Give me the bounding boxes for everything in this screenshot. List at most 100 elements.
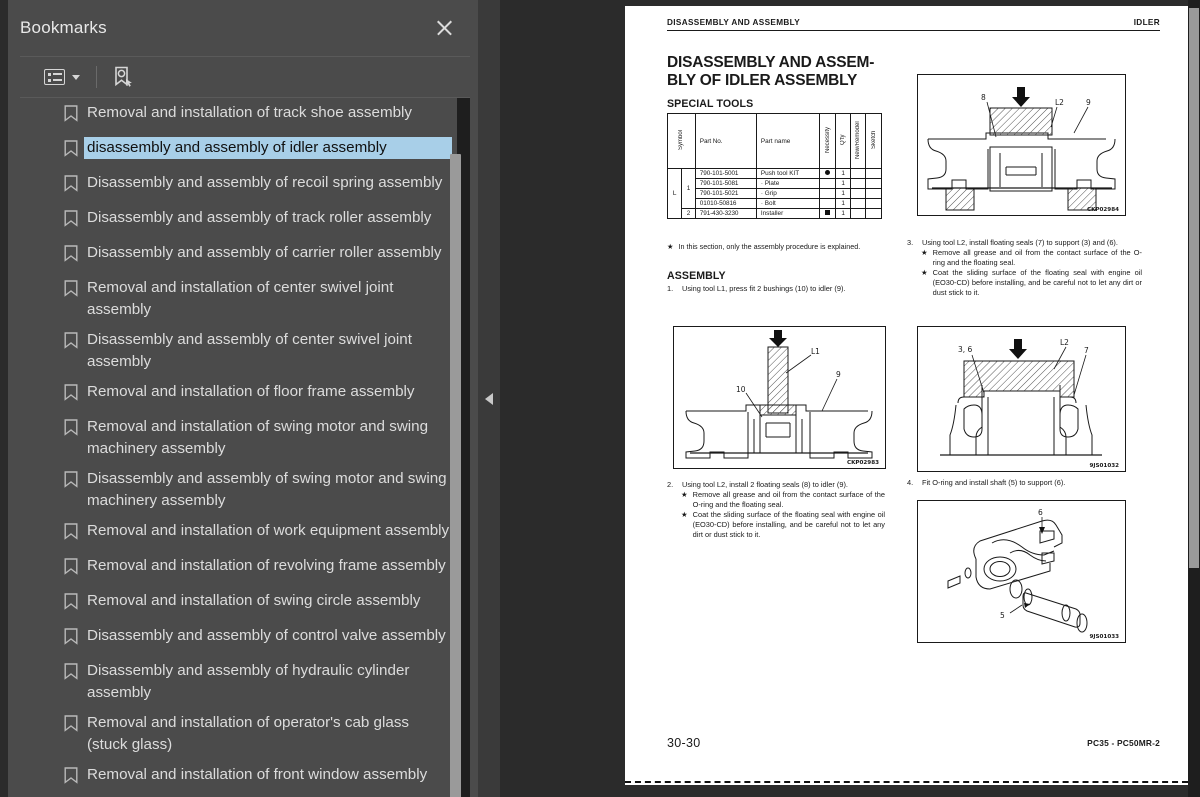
bookmark-icon: [64, 628, 78, 652]
part-number-cell: 791-430-3230: [694, 208, 757, 219]
bookmarks-scrollbar-track[interactable]: [450, 98, 470, 797]
table-column-header: Q'ty: [835, 113, 851, 169]
star-bullet-icon: ★: [681, 489, 688, 499]
page-footer: 30-30 PC35 - PC50MR-2: [667, 736, 1160, 750]
bookmark-item[interactable]: Disassembly and assembly of carrier roll…: [20, 238, 478, 273]
table-column-header: Necessity: [819, 113, 837, 169]
special-tools-table: Symbol Part No. Part name Necessity Q'ty New/…: [666, 113, 882, 219]
svg-text:L2: L2: [1060, 338, 1069, 347]
bookmark-item-label: Disassembly and assembly of track roller…: [87, 209, 432, 226]
bookmark-item-label: Removal and installation of work equipme…: [87, 522, 450, 539]
bookmarks-panel: Bookmarks Removal and installation of tr…: [0, 0, 478, 797]
svg-text:10: 10: [736, 385, 746, 394]
table-column-header: Part No.: [694, 113, 757, 169]
bookmark-item[interactable]: Removal and installation of front window…: [20, 760, 478, 795]
bookmark-item-label: Removal and installation of floor frame …: [87, 383, 415, 400]
bookmark-icon: [64, 593, 78, 617]
close-icon[interactable]: [432, 16, 456, 40]
bookmark-item[interactable]: Removal and installation of work equipme…: [20, 516, 478, 551]
bookmark-item-label: Disassembly and assembly of center swive…: [87, 331, 412, 370]
bookmark-item[interactable]: Disassembly and assembly of center swive…: [20, 325, 478, 377]
bookmark-icon: [64, 175, 78, 199]
svg-text:L1: L1: [811, 347, 820, 356]
bookmark-item[interactable]: Disassembly and assembly of track roller…: [20, 203, 478, 238]
bookmarks-scrollbar-thumb[interactable]: [450, 154, 461, 797]
panel-collapse-handle[interactable]: [478, 0, 500, 797]
svg-text:9: 9: [1086, 98, 1091, 107]
document-scrollbar-thumb[interactable]: [1189, 8, 1199, 568]
bookmark-item-label: disassembly and assembly of idler assemb…: [83, 136, 453, 160]
svg-text:7: 7: [1084, 346, 1089, 355]
figure-1-caption: CKP02984: [1087, 207, 1119, 213]
page-number: 30-30: [667, 736, 701, 750]
step-text: Using tool L2, install floating seals (7…: [922, 238, 1118, 247]
bookmark-item-label: Removal and installation of front window…: [87, 766, 428, 783]
bookmark-icon: [64, 210, 78, 234]
page-running-header: DISASSEMBLY AND ASSEMBLY IDLER: [667, 18, 1160, 31]
svg-text:L2: L2: [1055, 98, 1064, 107]
step-text: Fit O-ring and install shaft (5) to supp…: [922, 478, 1066, 487]
section-heading-assembly: ASSEMBLY: [667, 270, 726, 282]
necessity-cell: [819, 188, 837, 199]
step-number: 2.: [667, 480, 674, 489]
bookmark-item[interactable]: Disassembly and assembly of swing motor …: [20, 464, 478, 516]
section-heading-special-tools: SPECIAL TOOLS: [667, 98, 754, 110]
step-substep: ★ Coat the sliding surface of the floatin…: [907, 268, 1142, 298]
table-row: 2 791-430-3230 Installer 1: [668, 208, 882, 219]
star-bullet-icon: ★: [667, 242, 674, 251]
table-column-header: Part name: [755, 113, 821, 169]
bookmark-item-label: Disassembly and assembly of hydraulic cy…: [87, 662, 410, 701]
assembly-step-3: 3. Using tool L2, install floating seals …: [907, 238, 1142, 297]
bookmarks-panel-title: Bookmarks: [20, 18, 107, 37]
sketch-cell: [865, 198, 882, 209]
model-designation: PC35 - PC50MR-2: [1087, 738, 1160, 748]
substep-text: Remove all grease and oil from the conta…: [932, 247, 1142, 267]
bookmark-item[interactable]: Removal and installation of track shoe a…: [20, 98, 478, 133]
figure-support-floating-seal-install: 3, 6 L2 7 9JS01032: [917, 326, 1126, 472]
select-bookmark-button[interactable]: [109, 63, 137, 91]
part-number-cell: 790-101-5021: [694, 188, 757, 199]
bookmark-item[interactable]: Removal and installation of swing motor …: [20, 412, 478, 464]
necessity-cell: [819, 168, 837, 179]
assembly-step-4: 4. Fit O-ring and install shaft (5) to su…: [907, 478, 1142, 488]
bookmark-icon: [64, 384, 78, 408]
svg-text:3, 6: 3, 6: [958, 345, 973, 354]
toolbar-divider: [96, 66, 97, 88]
step-text: Using tool L1, press fit 2 bushings (10)…: [682, 284, 846, 293]
qty-cell: 1: [835, 168, 851, 179]
svg-text:5: 5: [1000, 611, 1005, 620]
bookmark-icon: [64, 715, 78, 739]
bookmark-icon: [64, 245, 78, 269]
svg-text:8: 8: [981, 93, 986, 102]
part-name-cell: · Plate: [755, 178, 821, 189]
bookmark-item[interactable]: Removal and installation of revolving fr…: [20, 551, 478, 586]
bookmark-item[interactable]: Disassembly and assembly of recoil sprin…: [20, 168, 478, 203]
bookmark-item[interactable]: Removal and installation of floor frame …: [20, 377, 478, 412]
group-cell: 2: [681, 208, 696, 219]
document-view: DISASSEMBLY AND ASSEMBLY IDLER DISASSEMB…: [625, 0, 1200, 797]
svg-text:6: 6: [1038, 508, 1043, 517]
step-text: Using tool L2, install 2 floating seals …: [682, 480, 848, 489]
list-options-button[interactable]: [40, 66, 84, 88]
part-number-cell: 790-101-5001: [694, 168, 757, 179]
bookmark-item[interactable]: disassembly and assembly of idler assemb…: [20, 133, 478, 168]
step-number: 3.: [907, 238, 914, 247]
assembly-step-2: 2. Using tool L2, install 2 floating seal…: [667, 480, 885, 539]
sketch-cell: [865, 188, 882, 199]
bookmark-item[interactable]: Removal and installation of center swive…: [20, 273, 478, 325]
sketch-cell: [865, 178, 882, 189]
star-bullet-icon: ★: [921, 247, 928, 257]
table-row: 790-101-5081 · Plate 1: [668, 178, 882, 189]
assembly-step-1: 1. Using tool L1, press fit 2 bushings (1…: [667, 284, 885, 294]
bookmark-item[interactable]: Disassembly and assembly of control valv…: [20, 621, 478, 656]
bookmarks-list-container: Removal and installation of track shoe a…: [20, 98, 478, 797]
new-remodel-cell: [849, 208, 867, 219]
figure-shaft-oring-support: 6 5 9JS01033: [917, 500, 1126, 643]
bookmark-item[interactable]: Disassembly and assembly of hydraulic cy…: [20, 656, 478, 708]
bookmark-item[interactable]: Removal and installation of operator's c…: [20, 708, 478, 760]
bookmark-item[interactable]: Removal and installation of swing circle…: [20, 586, 478, 621]
step-number: 1.: [667, 284, 674, 293]
document-scrollbar-track[interactable]: [1188, 0, 1200, 797]
table-row: 790-101-5021 · Grip 1: [668, 188, 882, 199]
table-row: 01010-50816 · Bolt 1: [668, 198, 882, 209]
